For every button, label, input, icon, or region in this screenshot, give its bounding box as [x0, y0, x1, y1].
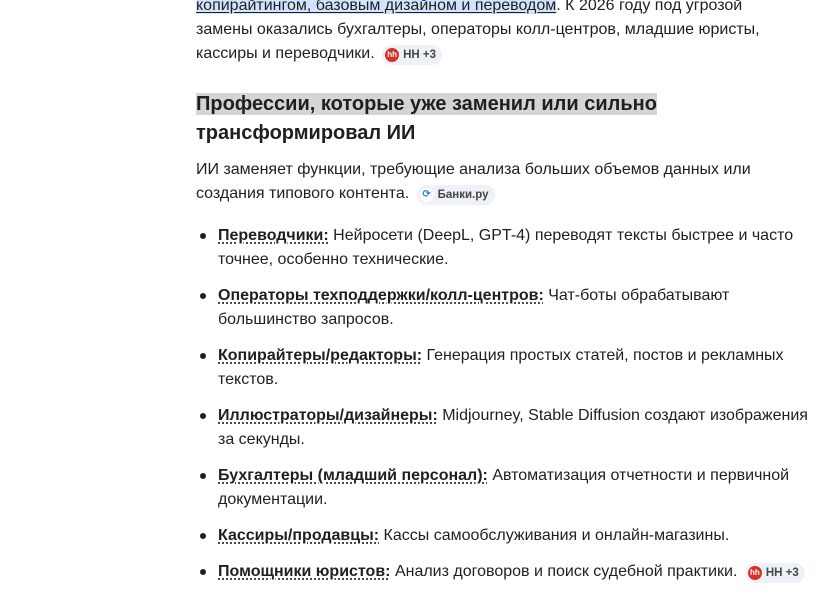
- list-item: Кассиры/продавцы: Кассы самообслуживания…: [196, 524, 818, 548]
- list-item-text: Анализ договоров и поиск судебной практи…: [394, 563, 738, 580]
- list-item: Операторы техподдержки/колл-центров: Чат…: [196, 284, 818, 332]
- list-item: Помощники юристов: Анализ договоров и по…: [196, 560, 818, 584]
- lead-line-2: создания типового контента.: [196, 185, 410, 202]
- intro-paragraph: копирайтингом, базовым дизайном и перево…: [196, 0, 806, 66]
- list-item-term[interactable]: Операторы техподдержки/колл-центров:: [218, 287, 544, 304]
- source-chip-hh[interactable]: hh HH +3: [744, 563, 805, 583]
- professions-list: Переводчики: Нейросети (DeepL, GPT-4) пе…: [196, 224, 818, 596]
- list-item-term[interactable]: Копирайтеры/редакторы:: [218, 347, 422, 364]
- lead-line-1: ИИ заменяет функции, требующие анализа б…: [196, 161, 751, 178]
- intro-text: . К 2026 году под угрозой: [556, 0, 743, 14]
- source-chip-label: Банки.ру: [437, 189, 489, 201]
- source-chip-banki[interactable]: ⟳ Банки.ру: [416, 185, 495, 205]
- source-chip-hh[interactable]: hh HH +3: [382, 45, 443, 65]
- list-item: Иллюстраторы/дизайнеры: Midjourney, Stab…: [196, 404, 818, 452]
- list-item-term[interactable]: Бухгалтеры (младший персонал):: [218, 467, 488, 484]
- list-item: Переводчики: Нейросети (DeepL, GPT-4) пе…: [196, 224, 818, 272]
- bullet-icon: [200, 473, 206, 479]
- list-item-term[interactable]: Переводчики:: [218, 227, 329, 244]
- heading-line-1: Профессии, которые уже заменил или сильн…: [196, 93, 657, 115]
- source-chip-label: HH +3: [403, 49, 437, 61]
- list-item: Бухгалтеры (младший персонал): Автоматиз…: [196, 464, 818, 512]
- list-item-text: Кассы самообслуживания и онлайн-магазины…: [383, 527, 730, 544]
- heading-line-2: трансформировал ИИ: [196, 122, 416, 144]
- intro-line-3: кассиры и переводчики.: [196, 45, 375, 62]
- hh-logo-icon: hh: [747, 566, 762, 580]
- bullet-icon: [200, 293, 206, 299]
- section-heading: Профессии, которые уже заменил или сильн…: [196, 90, 806, 148]
- banki-logo-icon: ⟳: [419, 188, 434, 202]
- bullet-icon: [200, 233, 206, 239]
- hh-logo-icon: hh: [385, 48, 400, 62]
- bullet-icon: [200, 353, 206, 359]
- list-item-term[interactable]: Кассиры/продавцы:: [218, 527, 379, 544]
- intro-line-2: замены оказались бухгалтеры, операторы к…: [196, 21, 760, 38]
- list-item-term[interactable]: Помощники юристов:: [218, 563, 390, 580]
- bullet-icon: [200, 569, 206, 575]
- bullet-icon: [200, 413, 206, 419]
- source-chip-label: HH +3: [765, 567, 799, 579]
- list-item-term[interactable]: Иллюстраторы/дизайнеры:: [218, 407, 438, 424]
- bullet-icon: [200, 533, 206, 539]
- list-item: Копирайтеры/редакторы: Генерация простых…: [196, 344, 818, 392]
- highlighted-text: копирайтингом, базовым дизайном и перево…: [196, 0, 557, 14]
- section-lead: ИИ заменяет функции, требующие анализа б…: [196, 158, 806, 206]
